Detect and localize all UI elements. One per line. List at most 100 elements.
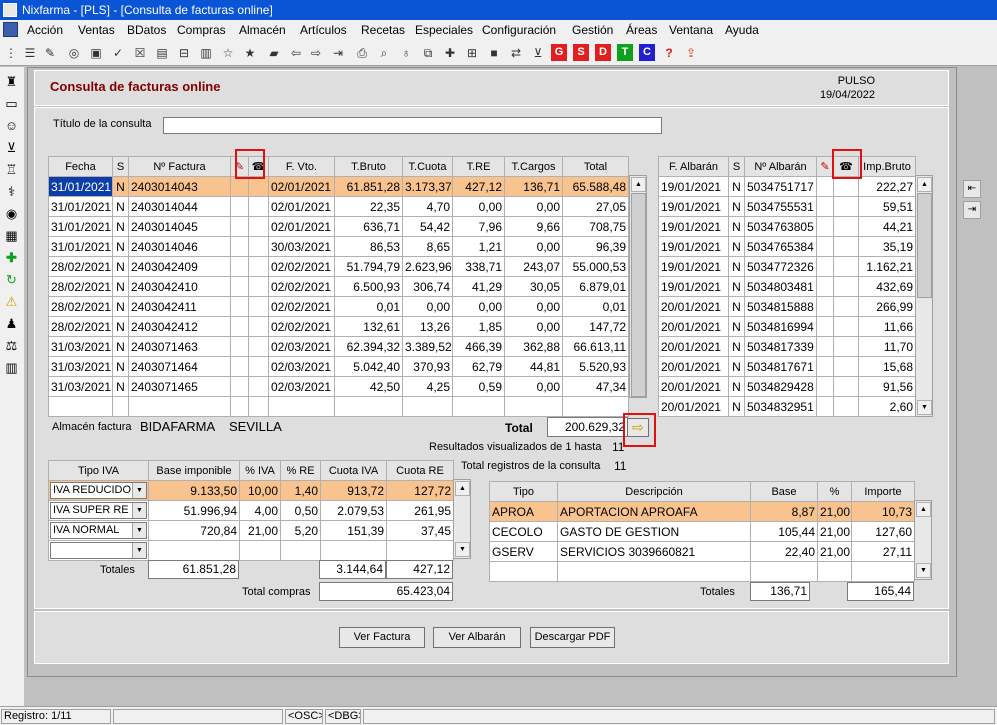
cell-s[interactable]: N — [112, 236, 129, 257]
cell-fecha-albaran[interactable]: 19/01/2021 — [658, 176, 729, 197]
cell-re[interactable]: 0,59 — [452, 376, 505, 397]
cell-cargos[interactable]: 243,07 — [504, 256, 563, 277]
cell-bruto[interactable]: 636,71 — [334, 216, 403, 237]
cell-empty[interactable] — [817, 561, 852, 582]
cell-re[interactable]: 338,71 — [452, 256, 505, 277]
cell-bruto[interactable]: 51.794,79 — [334, 256, 403, 277]
cell-total[interactable]: 55.000,53 — [562, 256, 629, 277]
network-icon[interactable]: ⊞ — [464, 45, 480, 61]
cell-cuota-iva[interactable]: 913,72 — [320, 480, 387, 501]
menu-almacen[interactable]: Almacén — [239, 23, 286, 37]
albaranes-scrollbar[interactable]: ▲ ▼ — [915, 175, 933, 417]
cell-bruto[interactable]: 61.851,28 — [334, 176, 403, 197]
cell-fecha-albaran[interactable]: 20/01/2021 — [658, 296, 729, 317]
s-letter-icon[interactable]: S — [573, 44, 589, 61]
cell-re[interactable]: 1,21 — [452, 236, 505, 257]
cell-s[interactable]: N — [728, 316, 745, 337]
cell-s[interactable]: N — [112, 296, 129, 317]
cell-empty[interactable] — [248, 316, 269, 337]
cargos-scrollbar[interactable]: ▲ ▼ — [914, 500, 932, 580]
cell-s[interactable]: N — [728, 336, 745, 357]
cell-empty[interactable] — [248, 196, 269, 217]
cell-descripcion[interactable]: SERVICIOS 3039660821 — [557, 541, 751, 562]
cell-empty[interactable] — [248, 276, 269, 297]
albaran-row[interactable]: 19/01/2021 N 5034765384 35,19 — [658, 236, 916, 257]
tipo-iva-select[interactable]: IVA REDUCIDO ▼ — [50, 482, 147, 499]
t-letter-icon[interactable]: T — [617, 44, 633, 61]
cell-empty[interactable] — [230, 196, 249, 217]
cell-empty[interactable] — [833, 396, 859, 417]
albaran-row[interactable]: 19/01/2021 N 5034772326 1.162,21 — [658, 256, 916, 277]
factura-row[interactable]: 31/01/2021 N 2403014046 30/03/2021 86,53 8,65… — [48, 236, 629, 257]
cell-cuota[interactable]: 2.623,96 — [402, 256, 453, 277]
iva-scrollbar[interactable]: ▲ ▼ — [453, 479, 471, 559]
cell-bruto[interactable]: 62.394,32 — [334, 336, 403, 357]
cell-cargos[interactable]: 136,71 — [504, 176, 563, 197]
card-icon[interactable]: ▭ — [3, 95, 20, 112]
col-s-albaran[interactable]: S — [728, 156, 745, 177]
cell-fecha[interactable]: 31/01/2021 — [48, 216, 113, 237]
cell-empty[interactable] — [562, 396, 629, 417]
cell-fecha[interactable]: 28/02/2021 — [48, 296, 113, 317]
cell-empty[interactable] — [833, 176, 859, 197]
col-total[interactable]: Total — [562, 156, 629, 177]
cell-empty[interactable] — [248, 296, 269, 317]
cell-empty[interactable] — [833, 216, 859, 237]
cell-importe-bruto[interactable]: 35,19 — [858, 236, 916, 257]
cell-fecha-vto[interactable]: 02/01/2021 — [268, 216, 335, 237]
iva-row[interactable]: IVA SUPER RE ▼ 51.996,94 4,00 0,50 2.079,53 26… — [48, 500, 454, 521]
cell-empty[interactable] — [816, 236, 834, 257]
cell-empty[interactable] — [557, 561, 751, 582]
cell-bruto[interactable]: 5.042,40 — [334, 356, 403, 377]
magnifier-icon[interactable]: ⌕ — [376, 45, 392, 61]
cell-empty[interactable] — [230, 376, 249, 397]
arrow-right-icon[interactable]: ⇨ — [308, 45, 324, 61]
cargo-row[interactable]: GSERV SERVICIOS 3039660821 22,40 21,00 27,11 — [489, 541, 915, 562]
cell-fecha-albaran[interactable]: 20/01/2021 — [658, 316, 729, 337]
cell-fecha[interactable]: 28/02/2021 — [48, 276, 113, 297]
col-total-cuota[interactable]: T.Cuota — [402, 156, 453, 177]
chevron-down-icon[interactable]: ▼ — [132, 523, 146, 538]
cell-cuota[interactable]: 306,74 — [402, 276, 453, 297]
cell-numero-albaran[interactable]: 5034765384 — [744, 236, 817, 257]
cell-cuota[interactable]: 54,42 — [402, 216, 453, 237]
scroll-up-icon[interactable]: ▲ — [916, 502, 931, 517]
cell-fecha[interactable]: 31/01/2021 — [48, 236, 113, 257]
cell-numero[interactable]: 2403014046 — [128, 236, 231, 257]
cell-importe-bruto[interactable]: 222,27 — [858, 176, 916, 197]
cell-total[interactable]: 6.879,01 — [562, 276, 629, 297]
cell-fecha[interactable]: 31/03/2021 — [48, 336, 113, 357]
cell-total[interactable]: 0,01 — [562, 296, 629, 317]
cell-s[interactable]: N — [728, 296, 745, 317]
edit-icon[interactable]: ✎ — [42, 45, 58, 61]
c-letter-icon[interactable]: C — [639, 44, 655, 61]
cell-fecha-vto[interactable]: 02/02/2021 — [268, 256, 335, 277]
puzzle-icon[interactable]: ✚ — [442, 45, 458, 61]
cell-re[interactable]: 1,85 — [452, 316, 505, 337]
pill-bottle-icon[interactable]: ♜ — [3, 73, 20, 90]
syringe-icon[interactable]: ⚕ — [3, 183, 20, 200]
cell-importe-bruto[interactable]: 1.162,21 — [858, 256, 916, 277]
cell-re[interactable]: 62,79 — [452, 356, 505, 377]
cell-empty[interactable] — [248, 176, 269, 197]
cell-fecha-albaran[interactable]: 19/01/2021 — [658, 276, 729, 297]
chevron-down-icon[interactable]: ▼ — [132, 483, 146, 498]
cell-total[interactable]: 27,05 — [562, 196, 629, 217]
col-importe-bruto[interactable]: Imp.Bruto — [858, 156, 916, 177]
scroll-up-icon[interactable]: ▲ — [917, 177, 932, 192]
menu-compras[interactable]: Compras — [177, 23, 226, 37]
ver-factura-button[interactable]: Ver Factura — [339, 627, 425, 648]
cell-empty[interactable] — [750, 561, 818, 582]
cell-empty[interactable] — [230, 276, 249, 297]
iva-row[interactable]: IVA REDUCIDO ▼ 9.133,50 10,00 1,40 913,72 127,… — [48, 480, 454, 501]
tipo-iva-select[interactable]: IVA NORMAL ▼ — [50, 522, 147, 539]
col-s[interactable]: S — [112, 156, 129, 177]
cell-empty[interactable] — [816, 336, 834, 357]
cell-empty[interactable] — [230, 256, 249, 277]
location-pin-icon[interactable]: ♁ — [398, 45, 414, 61]
cell-fecha-vto[interactable]: 02/03/2021 — [268, 336, 335, 357]
tipo-iva-select[interactable]: ▼ — [50, 542, 147, 559]
cell-empty[interactable] — [402, 396, 453, 417]
col-base-imponible[interactable]: Base imponible — [148, 460, 240, 481]
cell-total[interactable]: 66.613,11 — [562, 336, 629, 357]
